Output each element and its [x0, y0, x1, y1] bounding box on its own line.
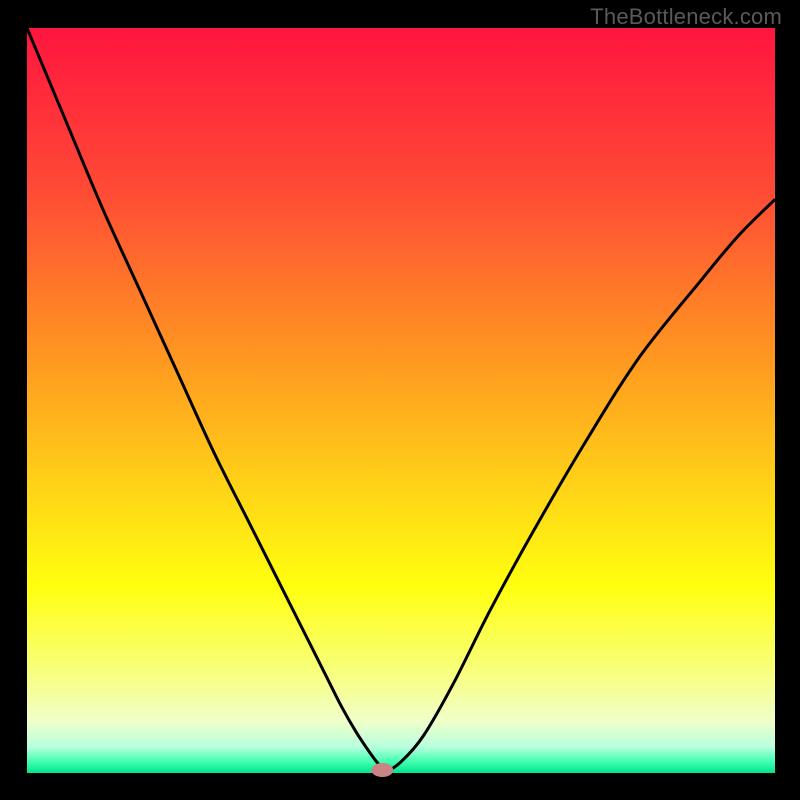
watermark-text: TheBottleneck.com [590, 4, 782, 30]
plot-background [27, 28, 775, 773]
minimum-marker [371, 763, 393, 777]
chart-frame: { "watermark": "TheBottleneck.com", "col… [0, 0, 800, 800]
bottleneck-chart [0, 0, 800, 800]
